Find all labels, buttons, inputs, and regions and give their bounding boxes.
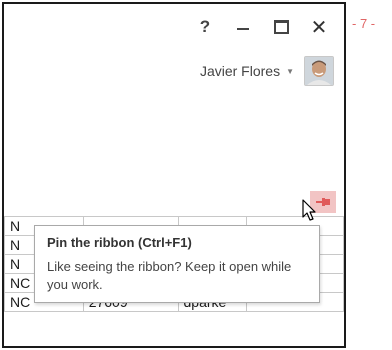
- minimize-icon: [237, 28, 249, 30]
- pin-ribbon-tooltip: Pin the ribbon (Ctrl+F1) Like seeing the…: [34, 225, 320, 303]
- maximize-icon: [273, 20, 289, 34]
- mouse-pointer-icon: [302, 199, 316, 221]
- close-icon: ✕: [310, 16, 328, 39]
- maximize-button[interactable]: [262, 16, 300, 38]
- app-window: ? ✕ Javier Flores ▼ NNNNC27609hedoneNC2: [2, 2, 346, 348]
- help-button[interactable]: ?: [186, 16, 224, 38]
- ribbon-area: [4, 94, 344, 219]
- tooltip-title: Pin the ribbon (Ctrl+F1): [47, 235, 192, 250]
- account-menu[interactable]: Javier Flores ▼: [200, 56, 334, 86]
- avatar-photo-icon: [305, 57, 333, 85]
- window-controls: ? ✕: [186, 16, 338, 39]
- tooltip-body: Like seeing the ribbon? Keep it open whi…: [47, 259, 292, 292]
- minimize-button[interactable]: [224, 16, 262, 38]
- user-name: Javier Flores: [199, 63, 281, 79]
- close-button[interactable]: ✕: [300, 16, 338, 39]
- page-number: - 7 -: [352, 16, 376, 31]
- help-icon: ?: [199, 17, 211, 36]
- avatar[interactable]: [304, 56, 334, 86]
- chevron-down-icon: ▼: [286, 66, 294, 76]
